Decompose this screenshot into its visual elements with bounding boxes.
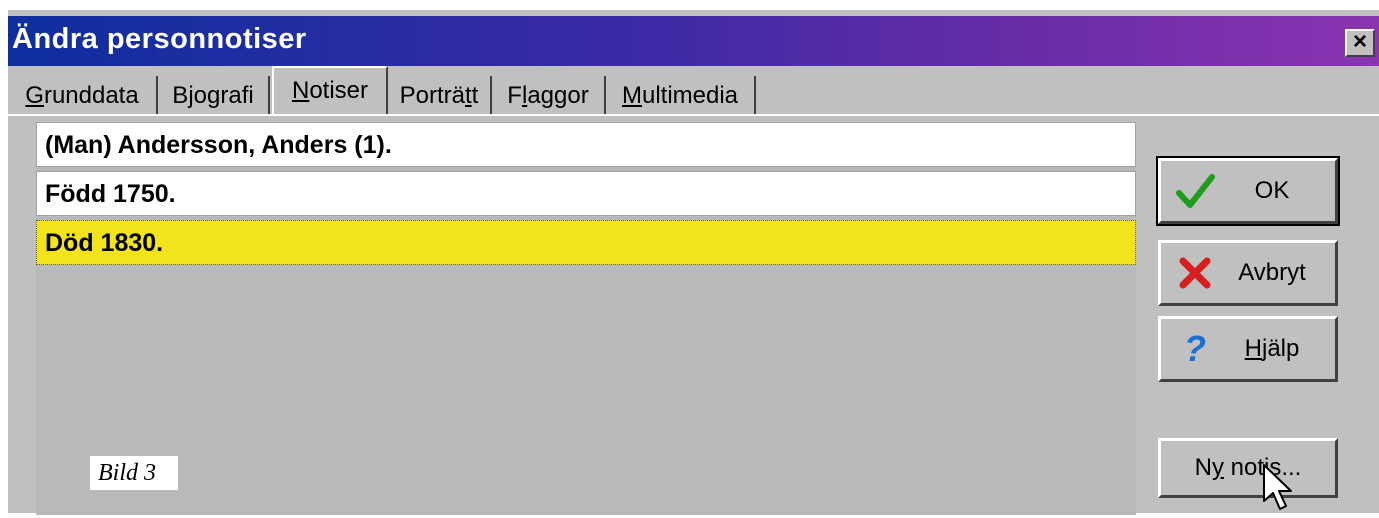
tab-grunddata-mnemonic: G [25, 82, 44, 109]
tab-notiser[interactable]: Notiser [272, 66, 388, 116]
checkmark-icon [1175, 171, 1215, 211]
notes-panel: (Man) Andersson, Anders (1). Född 1750. … [8, 114, 1379, 515]
tab-portratt[interactable]: Porträtt [388, 76, 492, 116]
help-mnemonic: H [1244, 335, 1262, 362]
new-note-mnemonic: y [1211, 454, 1224, 481]
tab-flaggor[interactable]: Flaggor [492, 76, 606, 116]
tab-multimedia-mnemonic: M [621, 82, 642, 109]
new-note-label-start: N [1194, 454, 1212, 481]
tab-strip: Grunddata Bjografi Notiser Porträtt Flag… [8, 66, 1379, 116]
close-button[interactable]: × [1345, 29, 1375, 57]
cancel-button[interactable]: Avbryt [1158, 240, 1338, 306]
cross-icon [1175, 253, 1215, 293]
list-item[interactable]: (Man) Andersson, Anders (1). [36, 122, 1136, 167]
cancel-label: Avbryt [1238, 259, 1306, 286]
tab-biografi-label-start: B [172, 82, 189, 109]
help-label-rest: jälp [1261, 335, 1300, 362]
dialog-title: Ändra personnotiser [12, 23, 307, 55]
dialog-window: Ändra personnotiser × Grunddata Bjografi… [8, 10, 1379, 515]
tab-notiser-mnemonic: N [291, 77, 310, 104]
help-label: Hjälp [1217, 319, 1327, 379]
tab-flaggor-label-start: F [507, 82, 522, 109]
list-item-selected[interactable]: Död 1830. [36, 220, 1136, 265]
help-button[interactable]: ? Hjälp [1158, 316, 1338, 382]
new-note-label: Ny notis... [1161, 441, 1335, 495]
tab-grunddata-label: runddata [43, 82, 139, 109]
tab-grunddata[interactable]: Grunddata [8, 76, 158, 116]
tab-multimedia-label: ultimedia [641, 82, 739, 109]
mouse-pointer-icon [1262, 463, 1302, 513]
ok-button[interactable]: OK [1156, 156, 1340, 226]
ok-label: OK [1254, 177, 1290, 204]
tab-portratt-mnemonic: t [465, 82, 472, 109]
tab-multimedia[interactable]: Multimedia [606, 76, 756, 116]
title-bar[interactable]: Ändra personnotiser × [8, 16, 1379, 66]
question-icon: ? [1184, 328, 1206, 369]
tab-biografi[interactable]: Bjografi [158, 76, 270, 116]
tab-notiser-label: otiser [309, 77, 369, 104]
tab-portratt-label: t [471, 82, 479, 109]
tab-flaggor-label: aggor [527, 82, 589, 109]
notes-list[interactable]: (Man) Andersson, Anders (1). Född 1750. … [36, 122, 1136, 515]
tab-biografi-label: ografi [193, 82, 254, 109]
image-caption: Bild 3 [90, 456, 178, 490]
new-note-button[interactable]: Ny notis... [1158, 438, 1338, 498]
tab-portratt-label-mid: rä [443, 82, 465, 109]
list-item[interactable]: Född 1750. [36, 171, 1136, 216]
tab-portratt-label-start: Port [399, 82, 444, 109]
